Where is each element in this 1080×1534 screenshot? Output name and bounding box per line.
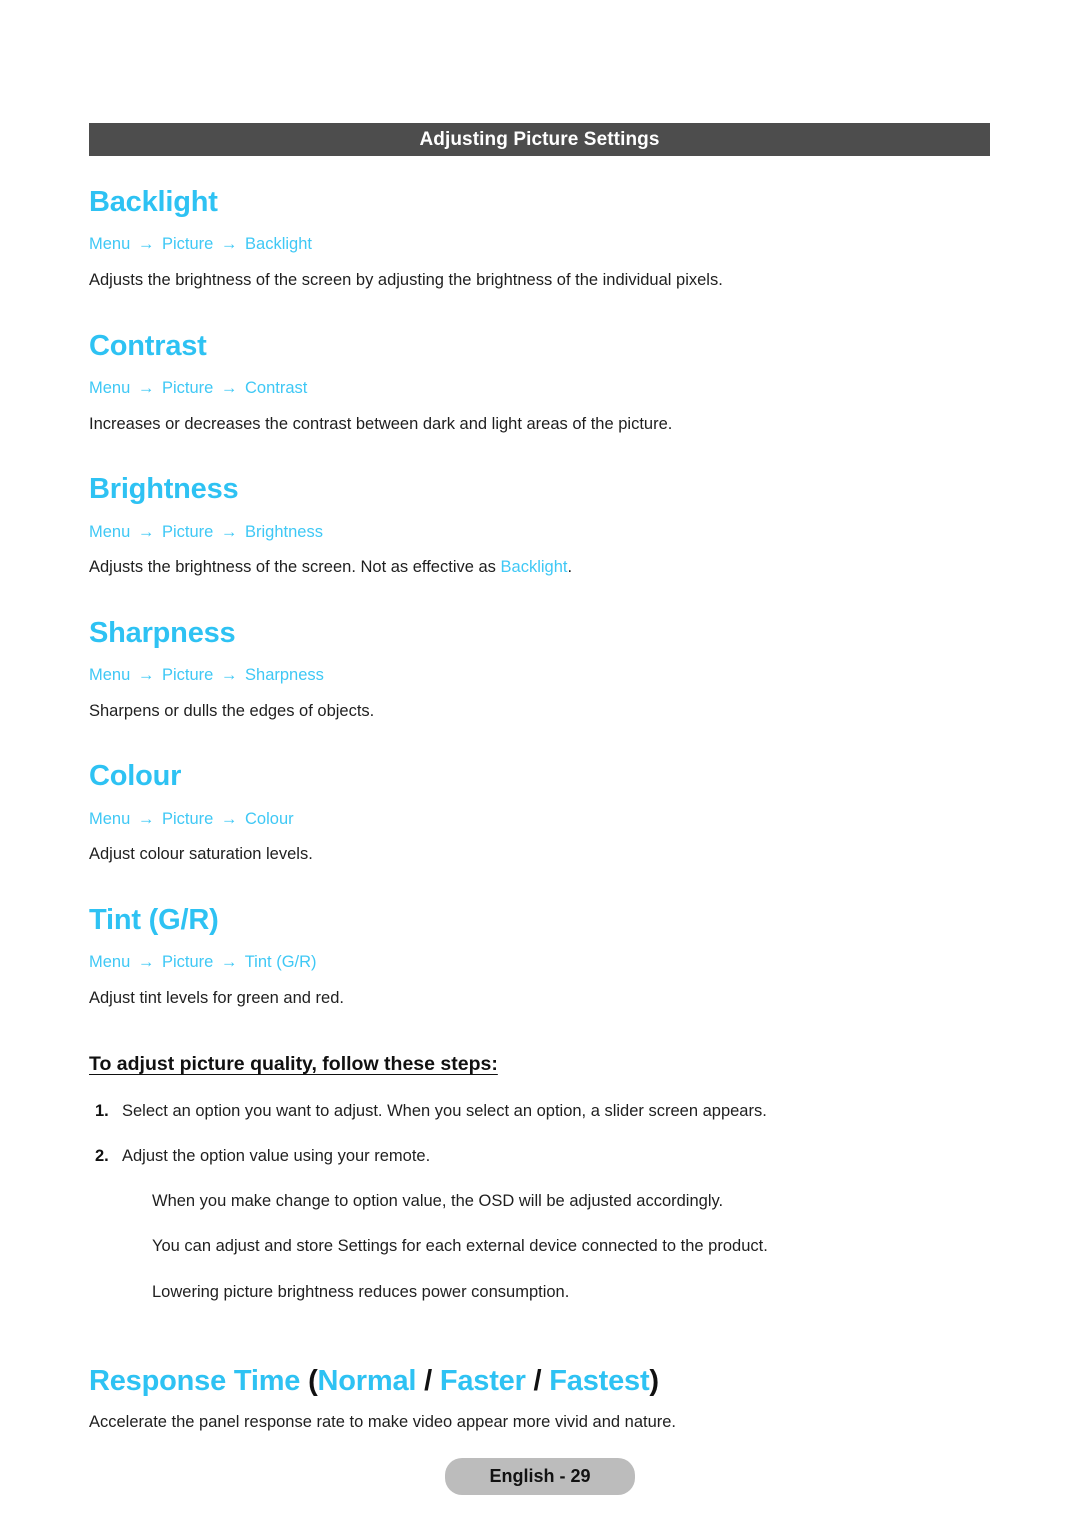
heading-brightness: Brightness — [89, 473, 239, 506]
page-number-badge: English - 29 — [445, 1458, 635, 1495]
list-item: 2. Adjust the option value using your re… — [89, 1145, 990, 1167]
breadcrumb-item: Tint (G/R) — [244, 953, 317, 972]
breadcrumb-item: Brightness — [245, 522, 323, 541]
breadcrumb-item: Backlight — [245, 235, 312, 254]
paren-close: ) — [649, 1364, 659, 1397]
breadcrumb-item: Picture — [161, 953, 214, 972]
breadcrumb-contrast: Menu → Picture → Contrast — [89, 379, 990, 399]
step-note: Lowering picture brightness reduces powe… — [152, 1282, 570, 1301]
response-time-option-fastest: Fastest — [549, 1364, 650, 1397]
paren-open: ( — [300, 1364, 318, 1397]
setting-block-backlight: Backlight Menu → Picture → Backlight Adj… — [89, 186, 990, 292]
steps-list: 1. Select an option you want to adjust. … — [89, 1100, 990, 1168]
breadcrumb-item: Colour — [245, 809, 294, 828]
description-tint: Adjust tint levels for green and red. — [89, 988, 344, 1007]
description-sharpness: Sharpens or dulls the edges of objects. — [89, 701, 375, 720]
response-time-option-normal: Normal — [317, 1364, 417, 1397]
separator: / — [416, 1364, 440, 1397]
setting-block-brightness: Brightness Menu → Picture → Brightness A… — [89, 473, 990, 579]
heading-response-time: Response Time (Normal / Faster / Fastest… — [89, 1365, 990, 1397]
arrow-right-icon: → — [220, 235, 238, 254]
step-note: When you make change to option value, th… — [152, 1192, 724, 1211]
description-backlight: Adjusts the brightness of the screen by … — [89, 271, 723, 290]
breadcrumb-item: Menu — [89, 953, 131, 972]
steps-block: To adjust picture quality, follow these … — [89, 1053, 990, 1303]
inline-reference-backlight: Backlight — [500, 558, 568, 577]
steps-title: To adjust picture quality, follow these … — [89, 1053, 498, 1076]
description-brightness: Adjusts the brightness of the screen. No… — [89, 556, 990, 578]
setting-block-colour: Colour Menu → Picture → Colour Adjust co… — [89, 760, 990, 866]
breadcrumb-item: Picture — [161, 522, 214, 541]
breadcrumb-item: Menu — [89, 809, 131, 828]
breadcrumb-item: Menu — [89, 235, 131, 254]
step-text: Select an option you want to adjust. Whe… — [122, 1101, 767, 1120]
arrow-right-icon: → — [137, 522, 155, 541]
arrow-right-icon: → — [220, 522, 238, 541]
heading-colour: Colour — [89, 760, 182, 793]
heading-contrast: Contrast — [89, 329, 207, 362]
breadcrumb-colour: Menu → Picture → Colour — [89, 810, 990, 830]
breadcrumb-item: Picture — [161, 666, 214, 685]
breadcrumb-sharpness: Menu → Picture → Sharpness — [89, 666, 990, 686]
arrow-right-icon: → — [220, 666, 238, 685]
breadcrumb-item: Contrast — [245, 379, 308, 397]
breadcrumb-item: Menu — [89, 666, 131, 685]
description-contrast: Increases or decreases the contrast betw… — [89, 414, 673, 433]
arrow-right-icon: → — [137, 666, 155, 685]
arrow-right-icon: → — [137, 809, 155, 828]
setting-block-tint: Tint (G/R) Menu → Picture → Tint (G/R) A… — [89, 904, 990, 1010]
breadcrumb-tint: Menu → Picture → Tint (G/R) — [89, 953, 990, 973]
heading-sharpness: Sharpness — [89, 616, 236, 649]
arrow-right-icon: → — [220, 953, 238, 972]
breadcrumb-item: Picture — [161, 235, 214, 254]
description-text: . — [567, 558, 573, 577]
description-colour: Adjust colour saturation levels. — [89, 845, 313, 864]
list-item: 1. Select an option you want to adjust. … — [89, 1100, 990, 1122]
breadcrumb-item: Menu — [89, 522, 131, 541]
section-header-title: Adjusting Picture Settings — [419, 129, 660, 150]
step-note: You can adjust and store Settings for ea… — [152, 1237, 768, 1256]
breadcrumb-item: Sharpness — [245, 666, 324, 685]
setting-block-contrast: Contrast Menu → Picture → Contrast Incre… — [89, 330, 990, 436]
step-number: 2. — [95, 1146, 109, 1165]
breadcrumb-item: Picture — [161, 379, 214, 397]
page-footer: English - 29 — [0, 1458, 1080, 1495]
breadcrumb-backlight: Menu → Picture → Backlight — [89, 235, 990, 255]
manual-page: Adjusting Picture Settings Backlight Men… — [0, 0, 1080, 1534]
setting-block-response-time: Response Time (Normal / Faster / Fastest… — [89, 1365, 990, 1434]
heading-backlight: Backlight — [89, 186, 218, 218]
steps-title-wrapper: To adjust picture quality, follow these … — [89, 1053, 990, 1076]
arrow-right-icon: → — [220, 379, 238, 397]
separator: / — [525, 1364, 550, 1397]
arrow-right-icon: → — [137, 953, 155, 972]
response-time-option-faster: Faster — [439, 1364, 526, 1397]
arrow-right-icon: → — [220, 809, 238, 828]
arrow-right-icon: → — [137, 235, 155, 254]
breadcrumb-item: Menu — [89, 379, 131, 397]
description-text: Adjusts the brightness of the screen. No… — [89, 558, 501, 577]
setting-block-sharpness: Sharpness Menu → Picture → Sharpness Sha… — [89, 617, 990, 723]
description-response-time: Accelerate the panel response rate to ma… — [89, 1413, 677, 1432]
step-text: Adjust the option value using your remot… — [122, 1146, 431, 1165]
page-content: Backlight Menu → Picture → Backlight Adj… — [89, 186, 990, 1434]
heading-tint: Tint (G/R) — [89, 903, 219, 936]
breadcrumb-brightness: Menu → Picture → Brightness — [89, 523, 990, 543]
section-header-bar: Adjusting Picture Settings — [89, 123, 990, 156]
breadcrumb-item: Picture — [161, 809, 214, 828]
heading-response-time-main: Response Time — [89, 1364, 301, 1397]
step-number: 1. — [95, 1101, 109, 1120]
arrow-right-icon: → — [137, 379, 155, 397]
